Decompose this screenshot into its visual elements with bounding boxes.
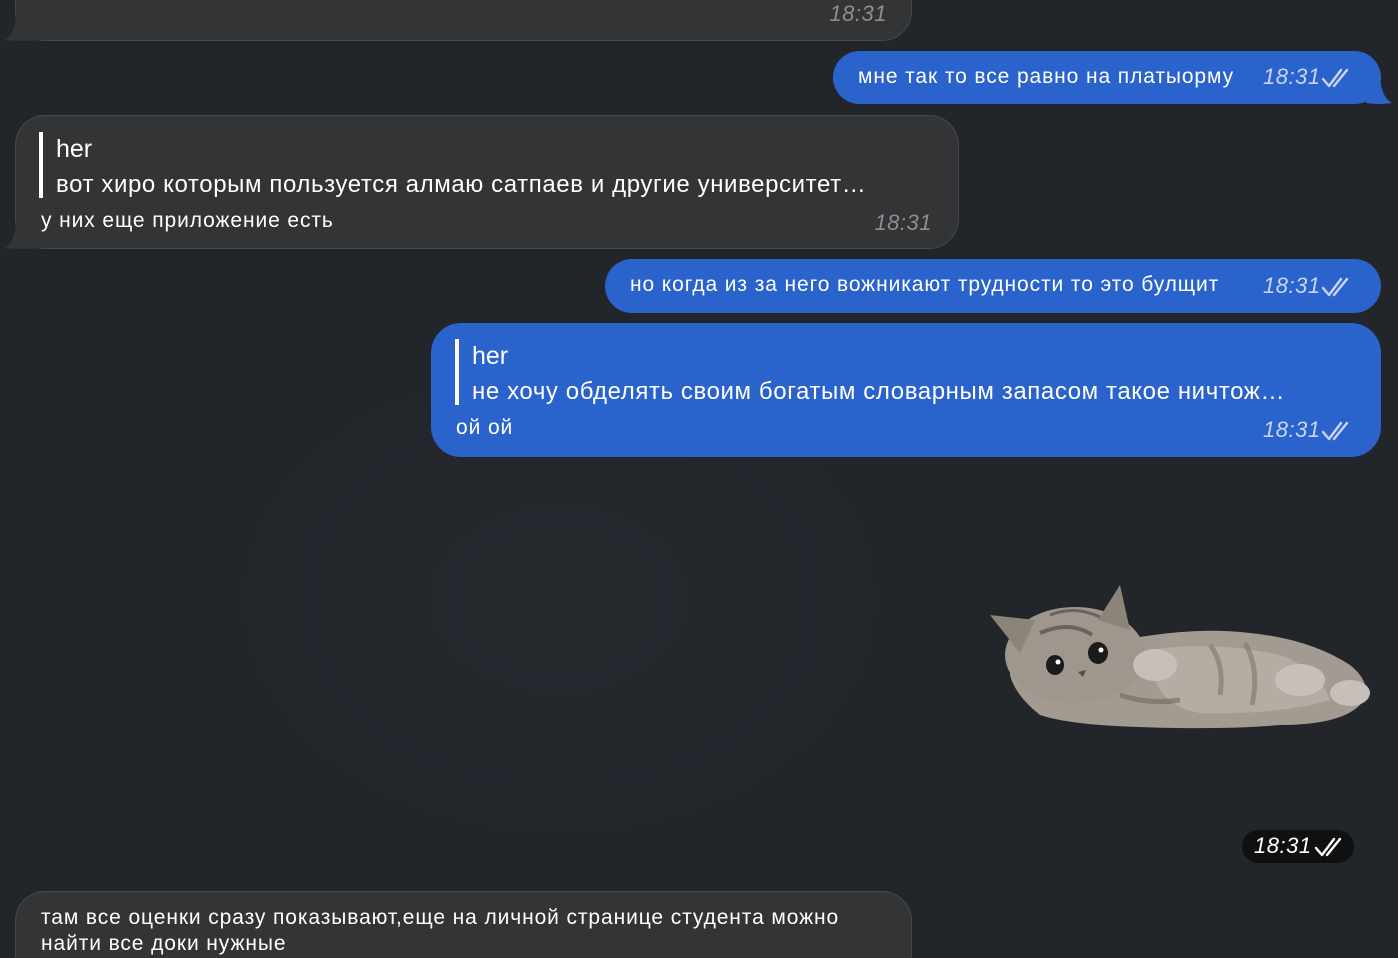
double-check-icon bbox=[1321, 421, 1349, 441]
reply-quote[interactable]: her не хочу обделять своим богатым слова… bbox=[455, 339, 1285, 405]
double-check-icon bbox=[1314, 837, 1342, 857]
message-time: 18:31 bbox=[1263, 64, 1321, 89]
bubble-tail bbox=[1366, 76, 1392, 104]
double-check-icon bbox=[1321, 68, 1349, 88]
message-time: 18:31 bbox=[829, 1, 887, 26]
outgoing-message[interactable]: но когда из за него вожникают трудности … bbox=[605, 259, 1381, 313]
outgoing-message[interactable]: her не хочу обделять своим богатым слова… bbox=[431, 323, 1381, 457]
double-check-icon bbox=[1321, 277, 1349, 297]
bubble-tail bbox=[5, 14, 38, 41]
message-text: но когда из за него вожникают трудности … bbox=[630, 273, 1220, 296]
message-text: у них еще приложение есть bbox=[41, 209, 334, 232]
reply-text: вот хиро которым пользуется алмаю сатпае… bbox=[56, 171, 867, 198]
incoming-message[interactable]: 18:31 bbox=[15, 0, 912, 41]
kitten-sticker[interactable] bbox=[980, 575, 1380, 745]
chat-view: 18:31 мне так то все равно на платыорму … bbox=[0, 0, 1398, 958]
reply-quote[interactable]: her вот хиро которым пользуется алмаю са… bbox=[39, 132, 866, 198]
reply-author: her bbox=[56, 135, 93, 163]
outgoing-message[interactable]: мне так то все равно на платыорму 18:31 bbox=[833, 51, 1381, 104]
incoming-message[interactable]: там все оценки сразу показывают,еще на л… bbox=[15, 891, 912, 958]
bubble-tail bbox=[5, 221, 38, 249]
sticker-time-badge: 18:31 bbox=[1242, 830, 1354, 863]
reply-text: не хочу обделять своим богатым словарным… bbox=[472, 378, 1286, 405]
message-text: там все оценки сразу показывают,еще на л… bbox=[41, 906, 840, 955]
message-text: мне так то все равно на платыорму bbox=[858, 65, 1234, 88]
incoming-message[interactable]: her вот хиро которым пользуется алмаю са… bbox=[15, 115, 959, 249]
message-text: ой ой bbox=[456, 416, 514, 439]
message-time: 18:31 bbox=[874, 210, 932, 235]
message-time: 18:31 bbox=[1263, 417, 1321, 442]
reply-author: her bbox=[472, 342, 509, 370]
message-time: 18:31 bbox=[1263, 273, 1321, 298]
message-time: 18:31 bbox=[1254, 833, 1312, 858]
